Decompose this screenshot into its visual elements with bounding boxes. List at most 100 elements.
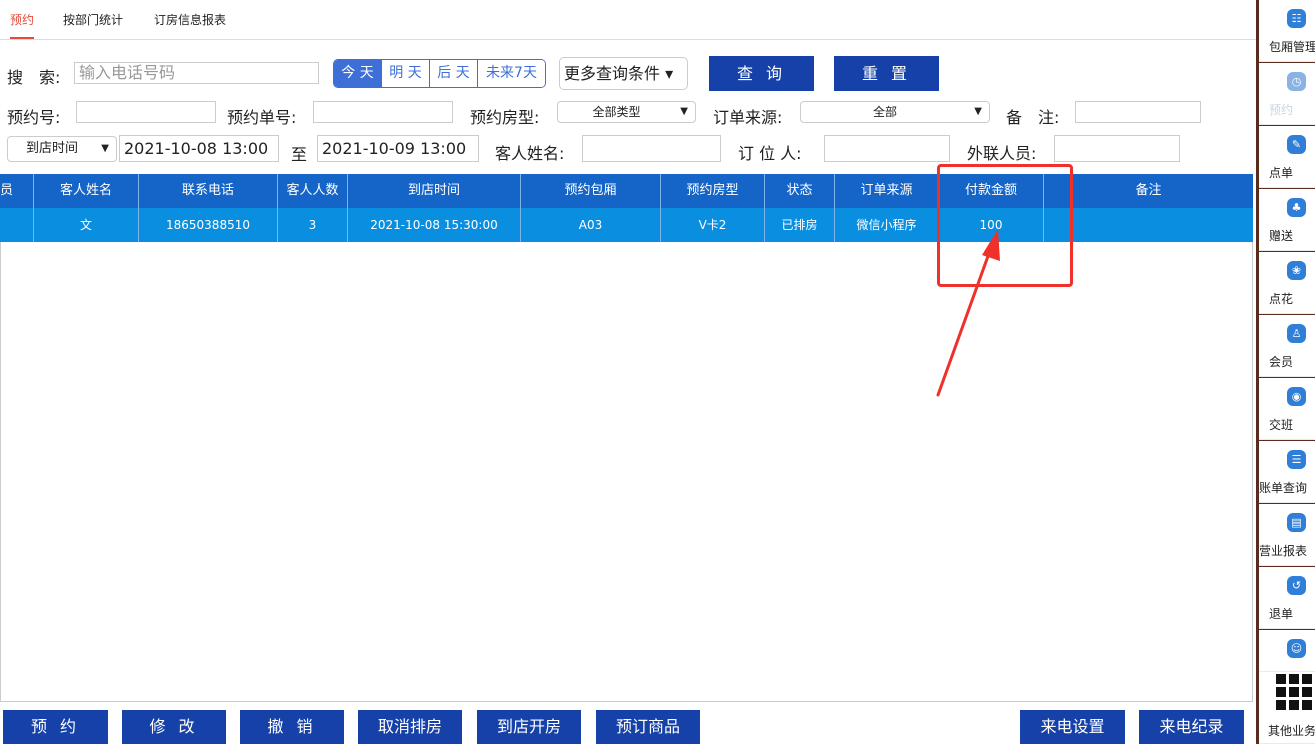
cell-staff [0, 208, 34, 242]
today-button[interactable]: 今 天 [334, 60, 382, 87]
column-header-phone[interactable]: 联系电话 [139, 174, 278, 208]
remark-input[interactable] [1075, 101, 1201, 123]
cancel-room-assign-button[interactable]: 取消排房 [358, 710, 462, 744]
cell-status: 已排房 [765, 208, 835, 242]
call-log-button[interactable]: 来电纪录 [1139, 710, 1244, 744]
column-header-guest-name[interactable]: 客人姓名 [34, 174, 139, 208]
grid-icon: ☷ [1287, 9, 1306, 28]
sidebar-item-bill-query[interactable]: ☰ 账单查询 [1259, 441, 1315, 503]
column-header-status[interactable]: 状态 [765, 174, 835, 208]
order-source-select[interactable]: 全部 ▼ [800, 101, 990, 123]
room-type-select[interactable]: 全部类型 ▼ [557, 101, 696, 123]
order-source-label: 订单来源: [713, 108, 783, 127]
tab-booking[interactable]: 预约 [10, 11, 34, 28]
date-to-input[interactable]: 2021-10-09 13:00 [317, 135, 479, 162]
booker-input[interactable] [824, 135, 950, 162]
phone-search-input[interactable]: 输入电话号码 [74, 62, 319, 84]
book-button[interactable]: 预 约 [3, 710, 108, 744]
sidebar-item-order[interactable]: ✎ 点单 [1259, 126, 1315, 188]
modify-button[interactable]: 修 改 [122, 710, 226, 744]
column-header-booked-room[interactable]: 预约包厢 [521, 174, 661, 208]
cell-guest-count: 3 [278, 208, 348, 242]
bill-icon: ☰ [1287, 450, 1306, 469]
preorder-goods-button[interactable]: 预订商品 [596, 710, 700, 744]
time-type-value: 到店时间 [25, 141, 78, 156]
clock-icon: ◷ [1287, 72, 1306, 91]
tab-room-booking-report[interactable]: 订房信息报表 [154, 11, 226, 28]
order-icon: ✎ [1287, 135, 1306, 154]
misc-icon: ☺ [1287, 639, 1306, 658]
sidebar-item-member[interactable]: ♙ 会员 [1259, 315, 1315, 377]
sidebar-item-gift[interactable]: ♣ 赠送 [1259, 189, 1315, 251]
sidebar-item-label: 点花 [1269, 292, 1294, 306]
sidebar-item-label: 营业报表 [1259, 544, 1308, 558]
column-header-remark[interactable]: 备注 [1044, 174, 1253, 208]
column-header-staff[interactable]: 员 [0, 174, 34, 208]
check-in-button[interactable]: 到店开房 [477, 710, 581, 744]
sidebar-item-label: 其他业务 [1268, 724, 1315, 738]
sidebar-item-misc[interactable]: ☺ [1259, 630, 1315, 672]
cell-guest-name: 文 [34, 208, 139, 242]
member-icon: ♙ [1287, 324, 1306, 343]
next-7-days-button[interactable]: 未来7天 [478, 60, 545, 87]
sidebar-item-label: 赠送 [1269, 229, 1294, 243]
more-conditions-dropdown[interactable]: 更多查询条件 ▾ [559, 57, 688, 90]
column-header-arrival-time[interactable]: 到店时间 [348, 174, 521, 208]
column-header-room-type[interactable]: 预约房型 [661, 174, 765, 208]
sidebar-item-label: 点单 [1269, 166, 1294, 180]
call-settings-button[interactable]: 来电设置 [1020, 710, 1125, 744]
sidebar-item-label: 包厢管理 [1269, 40, 1315, 54]
booking-no-label: 预约号: [7, 108, 61, 127]
sidebar-item-room-management[interactable]: ☷ 包厢管理 [1259, 0, 1315, 62]
cancel-button[interactable]: 撤 销 [240, 710, 344, 744]
day-after-button[interactable]: 后 天 [430, 60, 478, 87]
cell-arrival-time: 2021-10-08 15:30:00 [348, 208, 521, 242]
tab-bar: 预约 按部门统计 订房信息报表 [0, 0, 1256, 40]
day-filter-group: 今 天 明 天 后 天 未来7天 [333, 59, 546, 88]
time-type-select[interactable]: 到店时间 ▼ [7, 136, 117, 162]
cell-room-type: V卡2 [661, 208, 765, 242]
apps-grid-icon [1276, 674, 1312, 710]
column-header-guest-count[interactable]: 客人人数 [278, 174, 348, 208]
table-body-empty-area [0, 242, 1253, 702]
sidebar-item-flower[interactable]: ❀ 点花 [1259, 252, 1315, 314]
flower-icon: ❀ [1287, 261, 1306, 280]
booker-label: 订 位 人: [738, 144, 802, 163]
caret-down-icon: ▼ [974, 106, 982, 117]
caret-down-icon: ▼ [680, 106, 688, 117]
refund-icon: ↺ [1287, 576, 1306, 595]
liaison-input[interactable] [1054, 135, 1180, 162]
guest-name-input[interactable] [582, 135, 721, 162]
cell-remark [1044, 208, 1253, 242]
sidebar-item-label: 退单 [1269, 607, 1294, 621]
sidebar-item-label: 预约 [1269, 103, 1294, 117]
order-source-value: 全部 [872, 105, 897, 119]
date-from-input[interactable]: 2021-10-08 13:00 [119, 135, 279, 162]
guest-name-label: 客人姓名: [495, 144, 565, 163]
annotation-arrow-icon [936, 229, 1000, 397]
room-type-value: 全部类型 [592, 105, 641, 119]
sidebar-item-handover[interactable]: ◉ 交班 [1259, 378, 1315, 440]
tab-department-stats[interactable]: 按部门统计 [63, 11, 123, 28]
tomorrow-button[interactable]: 明 天 [382, 60, 430, 87]
reset-button[interactable]: 重 置 [834, 56, 939, 91]
room-type-label: 预约房型: [470, 108, 540, 127]
sidebar-item-other-business[interactable]: 其他业务 [1259, 672, 1315, 744]
sidebar-item-business-report[interactable]: ▤ 营业报表 [1259, 504, 1315, 566]
cell-booked-room: A03 [521, 208, 661, 242]
column-header-order-source[interactable]: 订单来源 [835, 174, 939, 208]
sidebar-item-refund[interactable]: ↺ 退单 [1259, 567, 1315, 629]
sidebar-item-label: 账单查询 [1259, 481, 1308, 495]
sidebar-item-booking[interactable]: ◷ 预约 [1259, 63, 1315, 125]
sidebar-item-label: 会员 [1269, 355, 1294, 369]
active-tab-indicator [10, 37, 34, 39]
booking-order-no-label: 预约单号: [227, 108, 297, 127]
gift-icon: ♣ [1287, 198, 1306, 217]
booking-no-input[interactable] [76, 101, 216, 123]
search-label: 搜 索: [7, 68, 61, 87]
cell-phone: 18650388510 [139, 208, 278, 242]
booking-order-no-input[interactable] [313, 101, 453, 123]
remark-label: 备 注: [1006, 108, 1060, 127]
caret-down-icon: ▼ [101, 143, 109, 154]
query-button[interactable]: 查 询 [709, 56, 814, 91]
